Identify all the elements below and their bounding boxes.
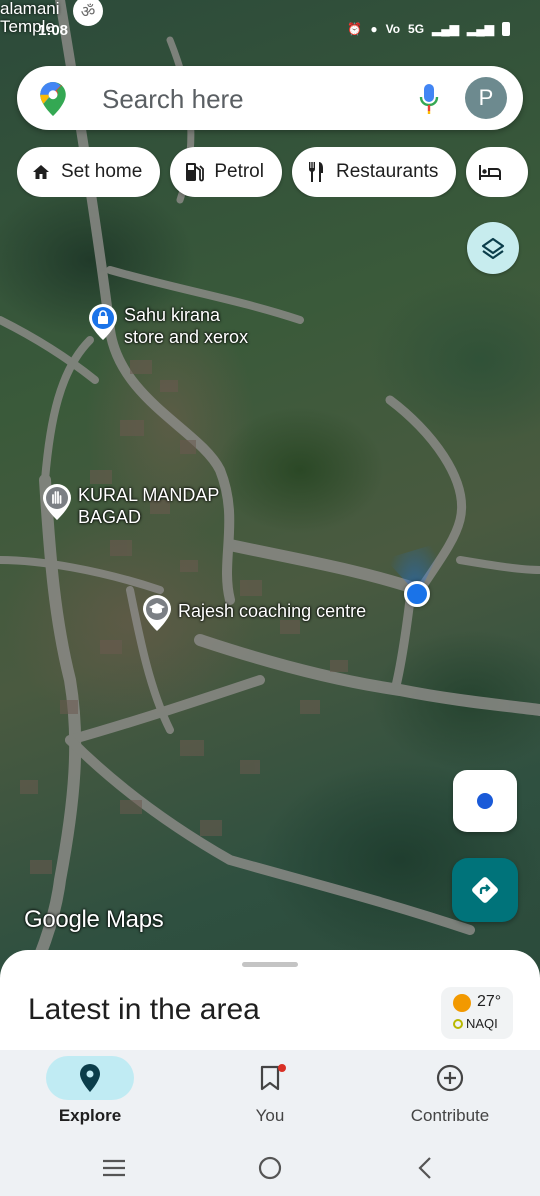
volte-icon: Vo	[385, 22, 401, 36]
sheet-drag-handle[interactable]	[242, 962, 298, 967]
chip-set-home[interactable]: Set home	[17, 147, 161, 197]
bottom-sheet[interactable]: Latest in the area 27° NAQI	[0, 950, 540, 1060]
maps-logo-icon	[40, 82, 66, 116]
nav-label: Contribute	[410, 1106, 490, 1125]
category-chips: Set home Petrol Restaurants	[17, 147, 540, 197]
nav-label: You	[255, 1106, 285, 1125]
home-nav-icon[interactable]	[256, 1154, 284, 1182]
shopping-bag-pin-icon	[89, 304, 117, 340]
chip-petrol[interactable]: Petrol	[170, 147, 282, 197]
add-circle-icon	[436, 1064, 464, 1092]
hotel-bed-icon	[478, 160, 502, 184]
nav-you-pill	[226, 1056, 314, 1100]
search-input[interactable]: Search here	[102, 84, 244, 115]
poi-kural-mandap[interactable]: KURAL MANDAP BAGAD	[42, 484, 219, 528]
poi-label: KURAL MANDAP BAGAD	[78, 485, 220, 527]
nav-explore-pill	[46, 1056, 134, 1100]
recents-icon[interactable]	[100, 1154, 128, 1182]
notification-dot	[278, 1064, 286, 1072]
sheet-title: Latest in the area	[28, 993, 260, 1026]
layers-button[interactable]	[467, 222, 519, 274]
fork-knife-icon	[304, 160, 328, 184]
nav-explore[interactable]: Explore	[10, 1050, 170, 1138]
chip-restaurants[interactable]: Restaurants	[291, 147, 457, 197]
status-bar: alamani Temple ॐ 1:08 ⏰ ● Vo 5G ▂▄▆ ▂▄▆	[0, 0, 540, 60]
nav-contribute[interactable]: Contribute	[370, 1050, 530, 1138]
avatar[interactable]: P	[465, 77, 507, 119]
home-icon	[29, 160, 53, 184]
current-location-dot[interactable]	[404, 581, 430, 607]
layers-icon	[481, 237, 505, 260]
chip-label: Set home	[61, 161, 143, 182]
system-nav-bar	[0, 1138, 540, 1196]
chip-label: Petrol	[214, 161, 264, 182]
status-time: 1:08	[38, 22, 69, 39]
nav-you[interactable]: You	[190, 1050, 350, 1138]
chip-label: Restaurants	[335, 161, 439, 182]
temple-pin-icon[interactable]: ॐ	[73, 0, 103, 26]
back-icon[interactable]	[412, 1154, 440, 1182]
directions-button[interactable]	[452, 858, 518, 922]
signal-icon-2: ▂▄▆	[467, 22, 494, 36]
explore-pin-icon	[80, 1064, 100, 1092]
chip-hotels[interactable]	[466, 147, 529, 197]
signal-icon: ▂▄▆	[432, 22, 460, 36]
my-location-button[interactable]	[453, 770, 517, 832]
aqi-label: NAQI	[466, 1016, 498, 1031]
bottom-nav: Explore You Contribute	[0, 1050, 540, 1138]
poi-label: Sahu kirana store and xerox	[124, 305, 249, 347]
network-type: 5G	[408, 22, 425, 36]
aqi-dot-icon	[453, 1019, 463, 1029]
directions-icon	[472, 877, 498, 903]
hand-pin-icon	[43, 484, 71, 520]
status-icons: ⏰ ● Vo 5G ▂▄▆ ▂▄▆	[347, 22, 510, 36]
sun-icon	[453, 994, 471, 1012]
battery-icon	[502, 22, 510, 36]
school-pin-icon	[143, 595, 171, 631]
nav-contribute-pill	[406, 1056, 494, 1100]
temperature: 27°	[477, 993, 502, 1010]
poi-label: Rajesh coaching centre	[178, 601, 367, 621]
mic-icon[interactable]	[419, 84, 439, 114]
google-maps-watermark: Google Maps	[24, 906, 164, 933]
nav-label: Explore	[58, 1106, 122, 1125]
poi-rajesh-coaching[interactable]: Rajesh coaching centre	[142, 595, 366, 631]
search-bar[interactable]: Search here P	[17, 66, 523, 130]
alarm-icon: ⏰	[347, 22, 363, 36]
my-location-icon	[477, 793, 493, 809]
fuel-icon	[182, 160, 206, 184]
location-icon: ●	[370, 22, 378, 36]
poi-sahu-kirana[interactable]: Sahu kirana store and xerox	[88, 304, 248, 348]
weather-chip[interactable]: 27° NAQI	[441, 987, 513, 1039]
